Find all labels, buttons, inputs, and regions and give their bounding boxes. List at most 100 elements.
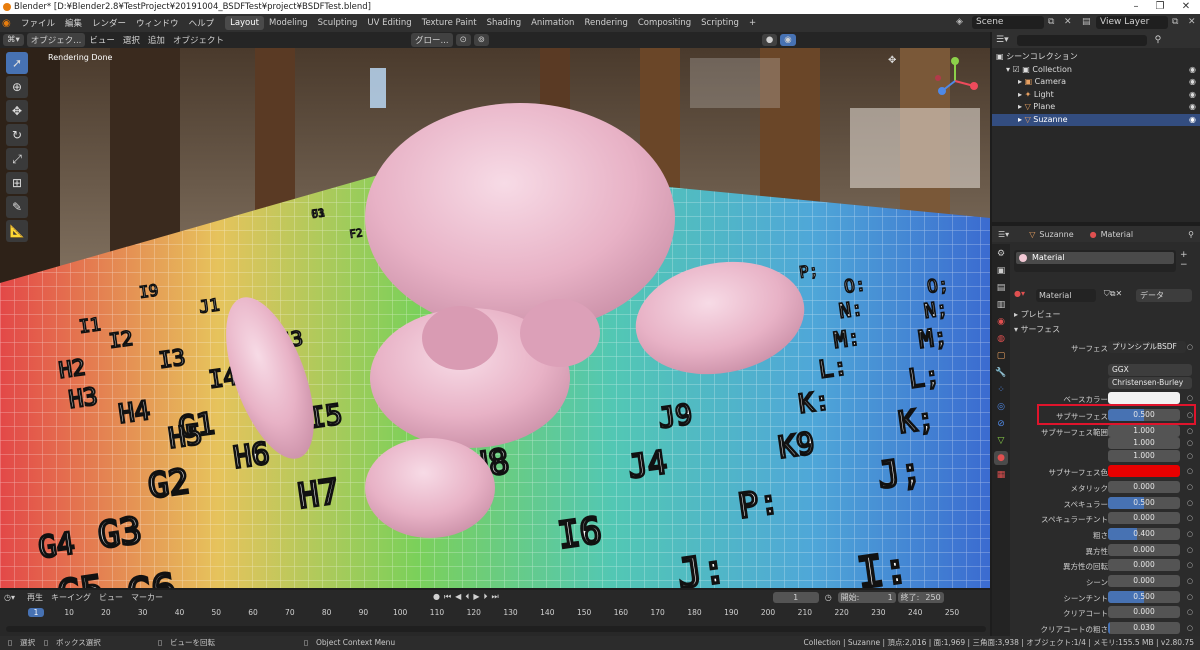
workspace-tab-shading[interactable]: Shading: [482, 16, 527, 30]
panel-preview-header[interactable]: ▸ プレビュー: [1014, 309, 1061, 320]
panel-surface-header[interactable]: ▾ サーフェス: [1014, 324, 1060, 335]
timeline-menu-playback[interactable]: 再生: [27, 592, 43, 603]
workspace-tab-layout[interactable]: Layout: [225, 16, 264, 30]
eye-icon[interactable]: ◉: [1189, 89, 1196, 102]
workspace-tab-sculpting[interactable]: Sculpting: [313, 16, 363, 30]
link-selector[interactable]: データ: [1136, 289, 1192, 302]
vp-menu-select[interactable]: 選択: [119, 34, 144, 46]
socket-icon[interactable]: ○: [1187, 394, 1193, 402]
socket-icon[interactable]: ○: [1187, 577, 1193, 585]
transform-tool-icon[interactable]: ⊞: [6, 172, 28, 194]
blender-menu-icon[interactable]: ◉: [2, 18, 16, 29]
socket-icon[interactable]: ○: [1187, 593, 1193, 601]
measure-tool-icon[interactable]: 📐: [6, 220, 28, 242]
timeline-menu-view[interactable]: ビュー: [99, 592, 123, 603]
menu-edit[interactable]: 編集: [60, 17, 87, 29]
view-layer-new-icon[interactable]: ⧉: [1172, 17, 1178, 27]
scene-selector[interactable]: Scene: [972, 16, 1044, 29]
frame-ruler[interactable]: 1 10 20 30 40 50 60 70 80 90 100 110 120 130 140 150 160…: [0, 606, 990, 622]
socket-icon[interactable]: ○: [1187, 514, 1193, 522]
outliner-item-plane[interactable]: ▸ ▽ Plane ◉: [992, 101, 1200, 114]
eye-icon[interactable]: ◉: [1189, 101, 1196, 114]
timeline-editor-icon[interactable]: ◷▾: [4, 593, 15, 602]
eye-icon[interactable]: ◉: [1189, 76, 1196, 89]
add-slot-icon[interactable]: +: [1180, 250, 1194, 260]
eye-icon[interactable]: ◉: [1189, 114, 1196, 127]
editor-type-icon[interactable]: ⌘▾: [3, 34, 24, 46]
timeline-menu-marker[interactable]: マーカー: [131, 592, 163, 603]
vp-menu-object[interactable]: オブジェクト: [169, 34, 228, 46]
outliner-scene-collection[interactable]: ▣ シーンコレクション: [992, 51, 1200, 64]
material-slot-list[interactable]: Material: [1014, 250, 1176, 272]
properties-editor-icon[interactable]: ☰▾: [998, 230, 1009, 239]
material-tab-icon[interactable]: ●: [994, 451, 1008, 465]
value-slider[interactable]: 0.000: [1108, 575, 1180, 587]
filter-icon[interactable]: ⚲: [1155, 35, 1162, 45]
proportional-edit-icon[interactable]: ⊚: [473, 34, 489, 46]
constraints-tab-icon[interactable]: ⊘: [994, 417, 1008, 431]
scene-tab-icon[interactable]: ◉: [994, 315, 1008, 329]
cursor-tool-icon[interactable]: ⊕: [6, 76, 28, 98]
value-slider[interactable]: 0.500: [1108, 497, 1180, 509]
view-layer-close-icon[interactable]: ✕: [1188, 17, 1196, 27]
menu-help[interactable]: ヘルプ: [184, 17, 220, 29]
remove-slot-icon[interactable]: −: [1180, 260, 1194, 270]
view-layer-tab-icon[interactable]: ▥: [994, 298, 1008, 312]
data-tab-icon[interactable]: ▽: [994, 434, 1008, 448]
vp-menu-view[interactable]: ビュー: [85, 34, 119, 46]
current-frame-field[interactable]: 1: [772, 591, 819, 603]
socket-icon[interactable]: ○: [1187, 452, 1193, 460]
rotate-tool-icon[interactable]: ↻: [6, 124, 28, 146]
close-icon[interactable]: ✕: [1176, 0, 1196, 14]
maximize-icon[interactable]: ❐: [1150, 0, 1170, 14]
socket-icon[interactable]: ○: [1187, 546, 1193, 554]
snap-icon[interactable]: ⊙: [455, 34, 471, 46]
surface-shader-field[interactable]: プリンシプルBSDF: [1108, 341, 1186, 353]
start-frame-field[interactable]: 開始: 1: [837, 591, 896, 603]
workspace-tab-rendering[interactable]: Rendering: [579, 16, 632, 30]
workspace-tab-uv-editing[interactable]: UV Editing: [362, 16, 416, 30]
workspace-tab-animation[interactable]: Animation: [526, 16, 579, 30]
outliner-editor-icon[interactable]: ☰▾: [996, 35, 1009, 45]
workspace-tab-compositing[interactable]: Compositing: [633, 16, 696, 30]
output-tab-icon[interactable]: ▤: [994, 281, 1008, 295]
pin-icon[interactable]: ⚲: [1188, 230, 1194, 239]
value-slider[interactable]: 0.000: [1108, 606, 1180, 618]
socket-icon[interactable]: ○: [1187, 483, 1193, 491]
texture-tab-icon[interactable]: ▦: [994, 468, 1008, 482]
modifier-tab-icon[interactable]: 🔧: [994, 366, 1008, 380]
playback-controls[interactable]: ●⏮◀⏴▶⏵⏭: [433, 592, 503, 602]
frame-lock-icon[interactable]: ◷: [825, 593, 832, 602]
move-tool-icon[interactable]: ✥: [6, 100, 28, 122]
end-frame-field[interactable]: 終了: 250: [897, 591, 944, 603]
eye-icon[interactable]: ◉: [1189, 64, 1196, 77]
annotate-tool-icon[interactable]: ✎: [6, 196, 28, 218]
scene-close-icon[interactable]: ✕: [1064, 17, 1072, 27]
mode-selector[interactable]: オブジェク...: [26, 33, 86, 47]
3d-viewport[interactable]: F1F2G1G2G3G4G5G6G7H2H3H4H5H6H7H8H9I1I2I3…: [0, 48, 990, 588]
socket-icon[interactable]: ○: [1187, 624, 1193, 632]
material-browse-icon[interactable]: ●▾: [1014, 289, 1036, 302]
value-slider[interactable]: 0.000: [1108, 559, 1180, 571]
add-workspace-button[interactable]: +: [744, 16, 761, 30]
socket-icon[interactable]: ○: [1187, 561, 1193, 569]
outliner-item-light[interactable]: ▸ ✦ Light ◉: [992, 89, 1200, 102]
outliner-item-suzanne[interactable]: ▸ ▽ Suzanne ◉: [992, 113, 1200, 127]
view-layer-selector[interactable]: View Layer: [1096, 16, 1168, 29]
socket-icon[interactable]: ○: [1187, 467, 1193, 475]
transform-orientation[interactable]: グロー...: [410, 33, 453, 47]
value-slider[interactable]: 0.000: [1108, 544, 1180, 556]
workspace-tab-texture-paint[interactable]: Texture Paint: [417, 16, 482, 30]
tool-tab-icon[interactable]: ⚙: [994, 247, 1008, 261]
value-slider[interactable]: 0.000: [1108, 481, 1180, 493]
material-slot-item[interactable]: Material: [1016, 252, 1174, 264]
outliner-item-camera[interactable]: ▸ ▣ Camera ◉: [992, 76, 1200, 89]
socket-icon[interactable]: ○: [1187, 439, 1193, 447]
outliner-item-collection[interactable]: ▾ ☑ ▣ Collection ◉: [992, 64, 1200, 77]
menu-window[interactable]: ウィンドウ: [131, 17, 184, 29]
color-field[interactable]: [1108, 465, 1180, 477]
timeline-menu-keying[interactable]: キーイング: [51, 592, 91, 603]
value-slider[interactable]: 1.000: [1108, 450, 1180, 462]
camera-icon[interactable]: ✥: [888, 54, 922, 68]
material-name-field[interactable]: Material: [1036, 289, 1096, 302]
